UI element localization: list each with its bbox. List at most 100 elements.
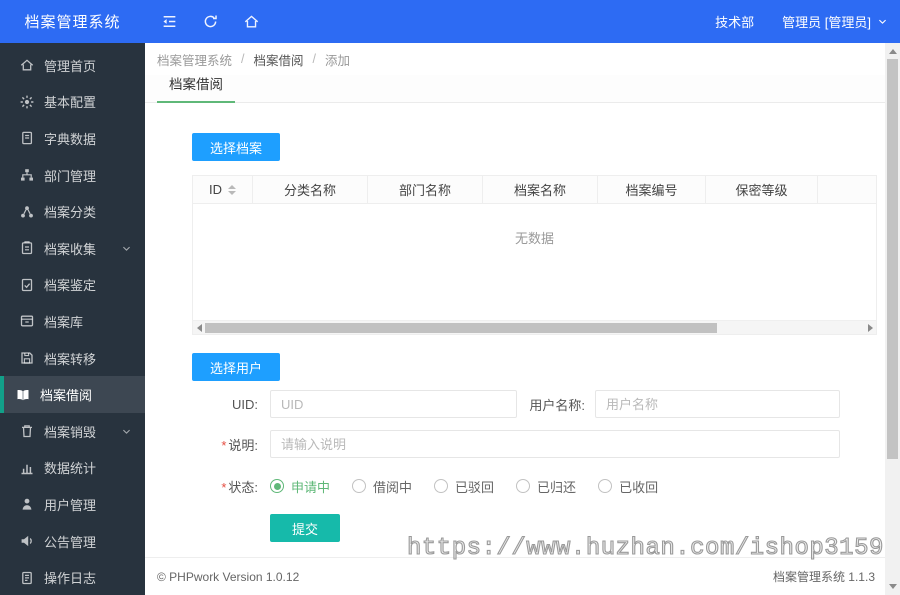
open-book-icon	[15, 387, 31, 403]
footer-version-text: © PHPwork Version 1.0.12	[157, 569, 300, 584]
column-header-filler	[818, 176, 876, 203]
username-input[interactable]	[595, 390, 840, 418]
sidebar-item-archive-appraise[interactable]: 档案鉴定	[0, 267, 145, 304]
sidebar-item-label: 公告管理	[44, 534, 97, 550]
sidebar-nav: 管理首页 基本配置 字典数据 部门管理 档案分类 档案收集 档案鉴定 档案库 档…	[0, 43, 145, 595]
column-header-id[interactable]: ID	[193, 176, 253, 203]
select-archive-button[interactable]: 选择档案	[192, 133, 280, 161]
uid-row: UID: 用户名称:	[192, 390, 900, 418]
app-logo: 档案管理系统	[24, 14, 121, 31]
sidebar-item-label: 用户管理	[44, 497, 97, 513]
note-label: * 说明:	[221, 437, 258, 453]
radio-status-rejected[interactable]: 已驳回	[434, 477, 494, 496]
home-icon[interactable]	[243, 13, 260, 30]
sidebar-item-archive-destroy[interactable]: 档案销毁	[0, 413, 145, 450]
table-body: 无数据	[193, 204, 876, 320]
breadcrumb-item[interactable]: 档案管理系统	[157, 50, 232, 69]
sidebar-item-archive-borrow[interactable]: 档案借阅	[0, 376, 145, 413]
radio-status-borrowing[interactable]: 借阅中	[352, 477, 412, 496]
radio-circle-icon	[270, 479, 284, 493]
breadcrumb-item[interactable]: 档案借阅	[254, 50, 304, 69]
tab-archive-borrow[interactable]: 档案借阅	[157, 73, 235, 103]
column-header: 部门名称	[368, 176, 483, 203]
select-user-button[interactable]: 选择用户	[192, 353, 280, 381]
empty-data-text: 无数据	[514, 231, 554, 246]
sidebar-item-label: 档案转移	[44, 351, 97, 367]
sidebar-item-basic-config[interactable]: 基本配置	[0, 84, 145, 121]
top-header: 档案管理系统 技术部 管理员 [管理员]	[0, 0, 900, 43]
vertical-scrollbar-thumb[interactable]	[887, 59, 898, 459]
collect-icon	[19, 240, 35, 256]
department-menu[interactable]: 技术部	[715, 12, 754, 31]
note-input[interactable]	[270, 430, 840, 458]
header-right: 技术部 管理员 [管理员]	[715, 12, 900, 31]
sort-icon[interactable]	[228, 184, 236, 195]
breadcrumb: 档案管理系统 / 档案借阅 / 添加	[145, 43, 900, 75]
uid-input[interactable]	[270, 390, 517, 418]
scroll-right-arrow-icon[interactable]	[864, 323, 876, 332]
sidebar-item-dept-mgmt[interactable]: 部门管理	[0, 157, 145, 194]
column-header: 档案编号	[598, 176, 706, 203]
radio-status-returned[interactable]: 已归还	[516, 477, 576, 496]
breadcrumb-separator: /	[241, 52, 245, 66]
horizontal-scrollbar-thumb[interactable]	[205, 322, 717, 333]
sidebar-item-label: 部门管理	[44, 168, 97, 184]
category-icon	[19, 204, 35, 220]
radio-status-applying[interactable]: 申请中	[270, 477, 330, 496]
archive-management-app: 档案管理系统 技术部 管理员 [管理员] 管理首页 基本配置 字典数据 部门管理…	[0, 0, 900, 595]
uid-label: UID:	[232, 396, 258, 412]
user-menu[interactable]: 管理员 [管理员]	[782, 12, 888, 31]
scroll-left-arrow-icon[interactable]	[193, 323, 205, 332]
table-header-row: ID 分类名称 部门名称 档案名称 档案编号 保密等级	[193, 176, 876, 204]
scroll-up-arrow-icon[interactable]	[888, 49, 897, 54]
sidebar-item-label: 档案库	[44, 314, 84, 330]
dict-icon	[19, 130, 35, 146]
transfer-icon	[19, 350, 35, 366]
submit-button[interactable]: 提交	[270, 514, 340, 542]
sidebar-item-notice-mgmt[interactable]: 公告管理	[0, 523, 145, 560]
gear-icon	[19, 94, 35, 110]
scroll-down-arrow-icon[interactable]	[888, 584, 897, 589]
note-row: * 说明:	[192, 430, 900, 458]
sidebar-item-dict-data[interactable]: 字典数据	[0, 120, 145, 157]
bar-chart-icon	[19, 460, 35, 476]
sidebar-item-data-stats[interactable]: 数据统计	[0, 450, 145, 487]
breadcrumb-item: 添加	[325, 53, 351, 68]
sidebar-item-label: 管理首页	[44, 58, 97, 74]
vertical-scrollbar[interactable]	[885, 43, 900, 595]
user-icon	[19, 496, 35, 512]
radio-circle-icon	[598, 479, 613, 493]
radio-status-recalled[interactable]: 已收回	[598, 477, 658, 496]
sidebar-item-user-mgmt[interactable]: 用户管理	[0, 486, 145, 523]
sidebar-item-op-log[interactable]: 操作日志	[0, 559, 145, 595]
sidebar-item-label: 操作日志	[44, 571, 97, 587]
archive-box-icon	[19, 313, 35, 329]
refresh-icon[interactable]	[202, 13, 219, 30]
sidebar-item-label: 档案分类	[44, 205, 97, 221]
sidebar-item-home[interactable]: 管理首页	[0, 47, 145, 84]
username-label: 用户名称:	[529, 397, 585, 413]
sidebar-item-label: 基本配置	[44, 95, 97, 111]
sidebar-item-label: 档案收集	[44, 241, 97, 257]
header-toolbar	[161, 13, 260, 30]
sidebar-item-archive-repo[interactable]: 档案库	[0, 303, 145, 340]
archive-table: ID 分类名称 部门名称 档案名称 档案编号 保密等级 无数据	[192, 175, 877, 335]
horizontal-scrollbar[interactable]	[193, 320, 876, 334]
column-header: 分类名称	[253, 176, 368, 203]
collapse-menu-icon[interactable]	[161, 13, 178, 30]
tab-bar: 档案借阅	[145, 75, 900, 103]
log-icon	[19, 570, 35, 586]
footer-app-text: 档案管理系统 1.1.3	[772, 570, 875, 584]
radio-circle-icon	[516, 479, 531, 493]
sidebar-item-archive-transfer[interactable]: 档案转移	[0, 340, 145, 377]
speaker-icon	[19, 533, 35, 549]
required-mark: *	[221, 437, 227, 453]
status-row: * 状态: 申请中 借阅中 已驳回 已归还 已收回	[192, 472, 900, 500]
sidebar-item-label: 档案鉴定	[44, 278, 97, 294]
required-mark: *	[221, 479, 227, 495]
column-header: 保密等级	[706, 176, 818, 203]
sidebar-item-archive-category[interactable]: 档案分类	[0, 193, 145, 230]
user-menu-label: 管理员 [管理员]	[782, 15, 871, 30]
sidebar-item-archive-collect[interactable]: 档案收集	[0, 230, 145, 267]
home-icon	[19, 57, 35, 73]
